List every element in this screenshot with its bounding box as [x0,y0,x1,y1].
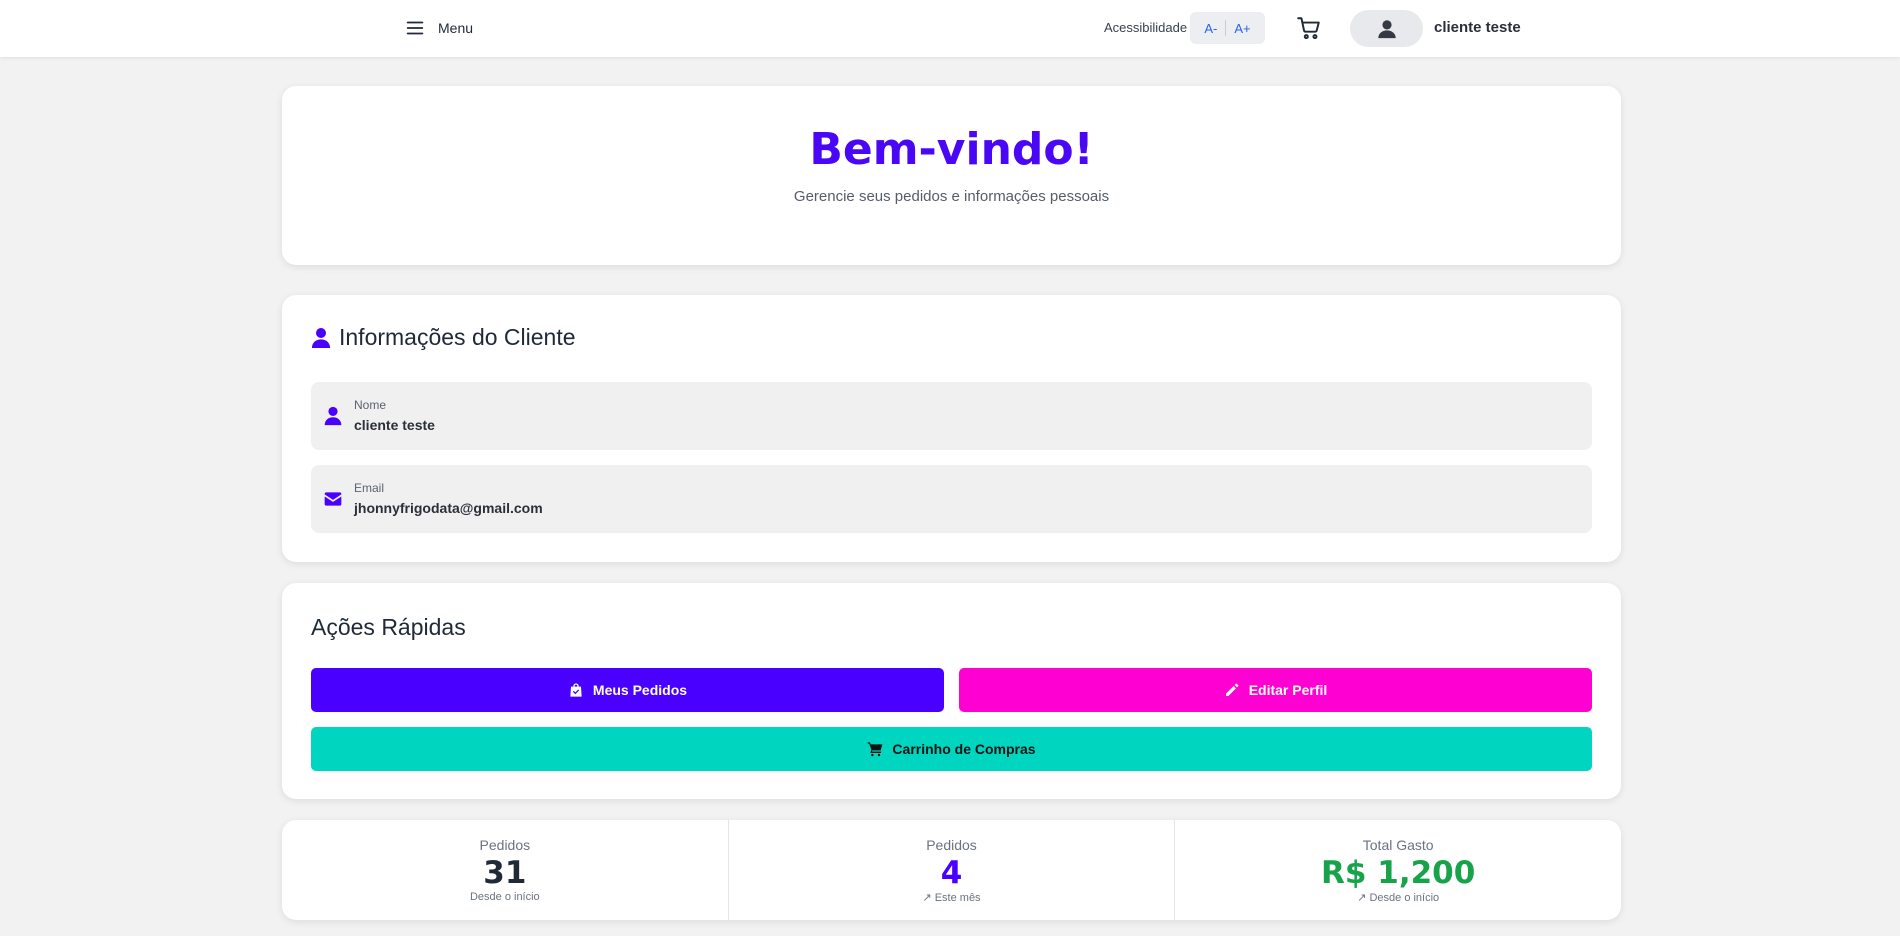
welcome-card: Bem-vindo! Gerencie seus pedidos e infor… [282,86,1621,265]
my-orders-label: Meus Pedidos [592,682,688,698]
client-info-title: Informações do Cliente [339,324,576,350]
user-icon [324,406,342,426]
email-field: Email jhonnyfrigodata@gmail.com [311,465,1592,533]
shopping-bag-icon [570,683,582,697]
stats-card: Pedidos 31 Desde o início Pedidos 4 ↗ Es… [282,820,1621,920]
name-field: Nome cliente teste [311,382,1592,450]
stat-label: Pedidos [926,837,977,853]
name-label: Nome [354,398,387,412]
user-name[interactable]: cliente teste [1434,19,1521,36]
stat-value: R$ 1,200 [1321,855,1476,891]
shopping-cart-label: Carrinho de Compras [892,741,1036,757]
menu-label: Menu [438,20,474,36]
welcome-subtitle: Gerencie seus pedidos e informações pess… [793,188,1110,206]
email-value: jhonnyfrigodata@gmail.com [354,500,543,516]
stat-subtitle: ↗ Este mês [922,892,981,905]
stat-month-orders: Pedidos 4 ↗ Este mês [729,820,1176,920]
font-increase-button[interactable]: A+ [1226,21,1258,36]
email-label: Email [354,481,385,495]
top-navbar: Menu Acessibilidade A- A+ cliente teste [0,0,1900,57]
shopping-cart-button[interactable]: Carrinho de Compras [311,727,1592,771]
stat-subtitle: ↗ Desde o início [1357,892,1440,905]
user-icon [1377,19,1396,38]
welcome-title: Bem-vindo! [809,124,1094,175]
envelope-icon [324,492,342,506]
stat-label: Total Gasto [1362,837,1434,853]
font-decrease-button[interactable]: A- [1196,21,1225,36]
menu-button[interactable]: Menu [404,16,473,40]
stat-value: 4 [940,855,963,891]
stat-total-spent: Total Gasto R$ 1,200 ↗ Desde o início [1175,820,1621,920]
hamburger-icon [406,21,424,35]
stat-subtitle: Desde o início [469,891,540,904]
avatar[interactable] [1350,10,1423,47]
edit-profile-label: Editar Perfil [1248,682,1328,698]
font-size-controls: A- A+ [1190,12,1265,44]
stat-label: Pedidos [479,837,531,853]
name-value: cliente teste [354,417,435,433]
quick-actions-title: Ações Rápidas [311,614,466,640]
pencil-icon [1225,683,1239,696]
accessibility-label: Acessibilidade [1104,20,1188,35]
client-info-card: Informações do Cliente Nome cliente test… [282,295,1621,562]
stat-total-orders: Pedidos 31 Desde o início [282,820,729,920]
edit-profile-button[interactable]: Editar Perfil [959,668,1592,712]
cart-icon [868,742,883,757]
cart-icon[interactable] [1296,15,1322,41]
quick-actions-card: Ações Rápidas Meus Pedidos Editar Perfil… [282,583,1621,799]
user-icon [311,327,331,348]
my-orders-button[interactable]: Meus Pedidos [311,668,944,712]
client-info-title-row: Informações do Cliente [311,324,576,351]
stat-value: 31 [483,855,527,891]
